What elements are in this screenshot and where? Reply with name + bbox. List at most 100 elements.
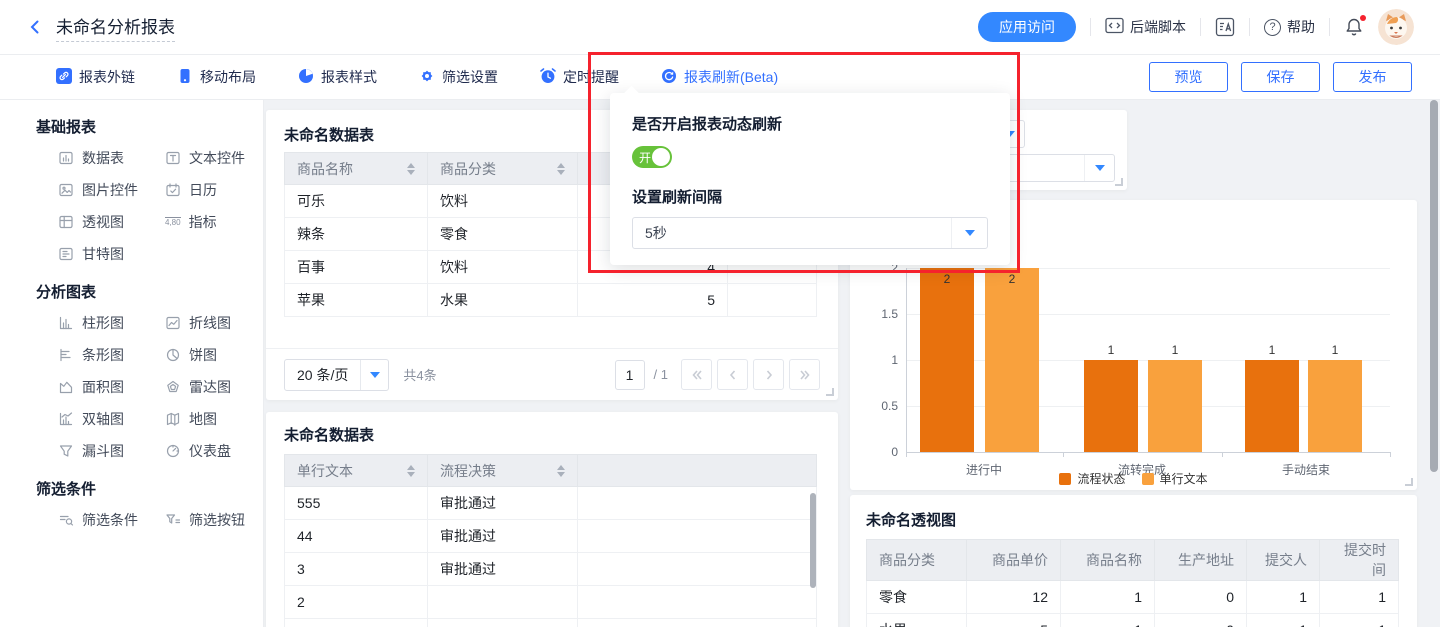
- toggle-label: 是否开启报表动态刷新: [632, 113, 988, 134]
- cell: 百事: [285, 251, 428, 284]
- column-header: 商品分类: [867, 540, 967, 581]
- sidebar-item-dualaxis[interactable]: 双轴图: [58, 408, 165, 430]
- table-row: 2: [285, 586, 817, 619]
- column-header: 提交人: [1247, 540, 1320, 581]
- bar[interactable]: [1308, 360, 1362, 452]
- toolbar-item-mobile[interactable]: 移动布局: [177, 67, 256, 87]
- page-scrollbar[interactable]: [1430, 100, 1438, 472]
- last-page-button[interactable]: [789, 359, 820, 390]
- language-icon[interactable]: [1215, 17, 1235, 37]
- column-header[interactable]: 单行文本: [285, 455, 428, 487]
- notification-bell-icon[interactable]: [1344, 17, 1364, 37]
- bar[interactable]: [1245, 360, 1299, 452]
- total-count: 共4条: [403, 365, 436, 384]
- cell: [728, 284, 817, 317]
- pie-icon: [165, 347, 181, 363]
- prev-page-button[interactable]: [717, 359, 748, 390]
- sidebar-item-table[interactable]: 数据表: [58, 147, 165, 169]
- backend-script-button[interactable]: 后端脚本: [1105, 17, 1186, 37]
- column-header[interactable]: 商品分类: [428, 153, 578, 185]
- sidebar-item-pie[interactable]: 饼图: [165, 344, 263, 366]
- cell: 5: [967, 614, 1061, 627]
- sidebar-item-calendar[interactable]: 日历: [165, 179, 263, 201]
- sidebar-item-funnel[interactable]: 漏斗图: [58, 440, 165, 462]
- toolbar-item-alarm[interactable]: 定时提醒: [540, 67, 619, 87]
- resize-handle[interactable]: [826, 388, 834, 396]
- pivot-card: 未命名透视图 商品分类商品单价商品名称生产地址提交人提交时间零食121011水果…: [850, 495, 1417, 627]
- cell: 饮料: [428, 185, 578, 218]
- sort-icon[interactable]: [557, 163, 565, 175]
- column-header: [578, 455, 817, 487]
- dynamic-refresh-toggle[interactable]: 开: [632, 146, 672, 168]
- toolbar-item-refresh[interactable]: 报表刷新(Beta): [661, 67, 778, 87]
- y-tick-label: 0: [850, 445, 898, 459]
- column-header[interactable]: 商品名称: [285, 153, 428, 185]
- cell: [428, 619, 578, 627]
- datatable-card-2: 未命名数据表 单行文本流程决策555审批通过44审批通过3审批通过2: [266, 412, 838, 627]
- toolbar-item-link[interactable]: 报表外链: [56, 67, 135, 87]
- sidebar-item-bar[interactable]: 条形图: [58, 344, 165, 366]
- gauge-icon: [165, 443, 181, 459]
- sidebar-item-filterbtn[interactable]: 筛选按钮: [165, 509, 263, 531]
- pivot-table: 商品分类商品单价商品名称生产地址提交人提交时间零食121011水果51011: [866, 539, 1399, 627]
- text-icon: [165, 150, 181, 166]
- column-header: 生产地址: [1155, 540, 1247, 581]
- first-page-button[interactable]: [681, 359, 712, 390]
- pivot-icon: [58, 214, 74, 230]
- sort-icon[interactable]: [557, 465, 565, 477]
- gear-icon: [419, 68, 435, 87]
- page-title[interactable]: 未命名分析报表: [56, 13, 175, 42]
- interval-label: 设置刷新间隔: [632, 186, 988, 207]
- sidebar-item-map[interactable]: 地图: [165, 408, 263, 430]
- avatar[interactable]: [1378, 9, 1414, 45]
- sidebar-section-title: 筛选条件: [0, 462, 263, 509]
- sort-icon[interactable]: [407, 465, 415, 477]
- sidebar-item-filter[interactable]: 筛选条件: [58, 509, 165, 531]
- sidebar-item-text[interactable]: 文本控件: [165, 147, 263, 169]
- refresh-icon: [661, 68, 677, 87]
- sidebar-item-area[interactable]: 面积图: [58, 376, 165, 398]
- table-row: [285, 619, 817, 627]
- sidebar-item-image[interactable]: 图片控件: [58, 179, 165, 201]
- sidebar-item-line[interactable]: 折线图: [165, 312, 263, 334]
- publish-button[interactable]: 发布: [1333, 62, 1412, 92]
- legend-item[interactable]: 单行文本: [1142, 470, 1208, 487]
- toolbar-actions: 预览保存发布: [1149, 62, 1440, 92]
- sidebar-item-metric[interactable]: 4,80指标: [165, 211, 263, 233]
- sidebar-item-column[interactable]: 柱形图: [58, 312, 165, 334]
- sidebar-item-radar[interactable]: 雷达图: [165, 376, 263, 398]
- filter-icon: [58, 512, 74, 528]
- cell: 1: [1320, 614, 1399, 627]
- preview-button[interactable]: 预览: [1149, 62, 1228, 92]
- y-tick-label: 0.5: [850, 399, 898, 413]
- sort-icon[interactable]: [407, 163, 415, 175]
- refresh-interval-select[interactable]: 5秒: [632, 217, 988, 249]
- save-button[interactable]: 保存: [1241, 62, 1320, 92]
- app-access-button[interactable]: 应用访问: [978, 12, 1076, 42]
- legend-item[interactable]: 流程状态: [1059, 470, 1125, 487]
- column-header[interactable]: 流程决策: [428, 455, 578, 487]
- sidebar-section-title: 基础报表: [0, 100, 263, 147]
- cell: 零食: [867, 581, 967, 614]
- bar[interactable]: [920, 268, 974, 452]
- next-page-button[interactable]: [753, 359, 784, 390]
- sidebar-item-pivot[interactable]: 透视图: [58, 211, 165, 233]
- resize-handle[interactable]: [1115, 178, 1123, 186]
- toggle-knob: [652, 148, 670, 166]
- toolbar-item-style[interactable]: 报表样式: [298, 67, 377, 87]
- resize-handle[interactable]: [1405, 478, 1413, 486]
- bar[interactable]: [1148, 360, 1202, 452]
- bar[interactable]: [985, 268, 1039, 452]
- cell: [578, 553, 817, 586]
- sidebar-item-gantt[interactable]: 甘特图: [58, 243, 165, 265]
- cell: [428, 586, 578, 619]
- page-size-select[interactable]: 20 条/页: [284, 359, 389, 391]
- page-input[interactable]: [615, 360, 645, 390]
- notification-badge: [1360, 15, 1366, 21]
- help-button[interactable]: ? 帮助: [1264, 17, 1315, 37]
- back-icon[interactable]: [24, 16, 46, 38]
- table-scrollbar[interactable]: [810, 493, 816, 588]
- bar[interactable]: [1084, 360, 1138, 452]
- sidebar-item-gauge[interactable]: 仪表盘: [165, 440, 263, 462]
- toolbar-item-gear[interactable]: 筛选设置: [419, 67, 498, 87]
